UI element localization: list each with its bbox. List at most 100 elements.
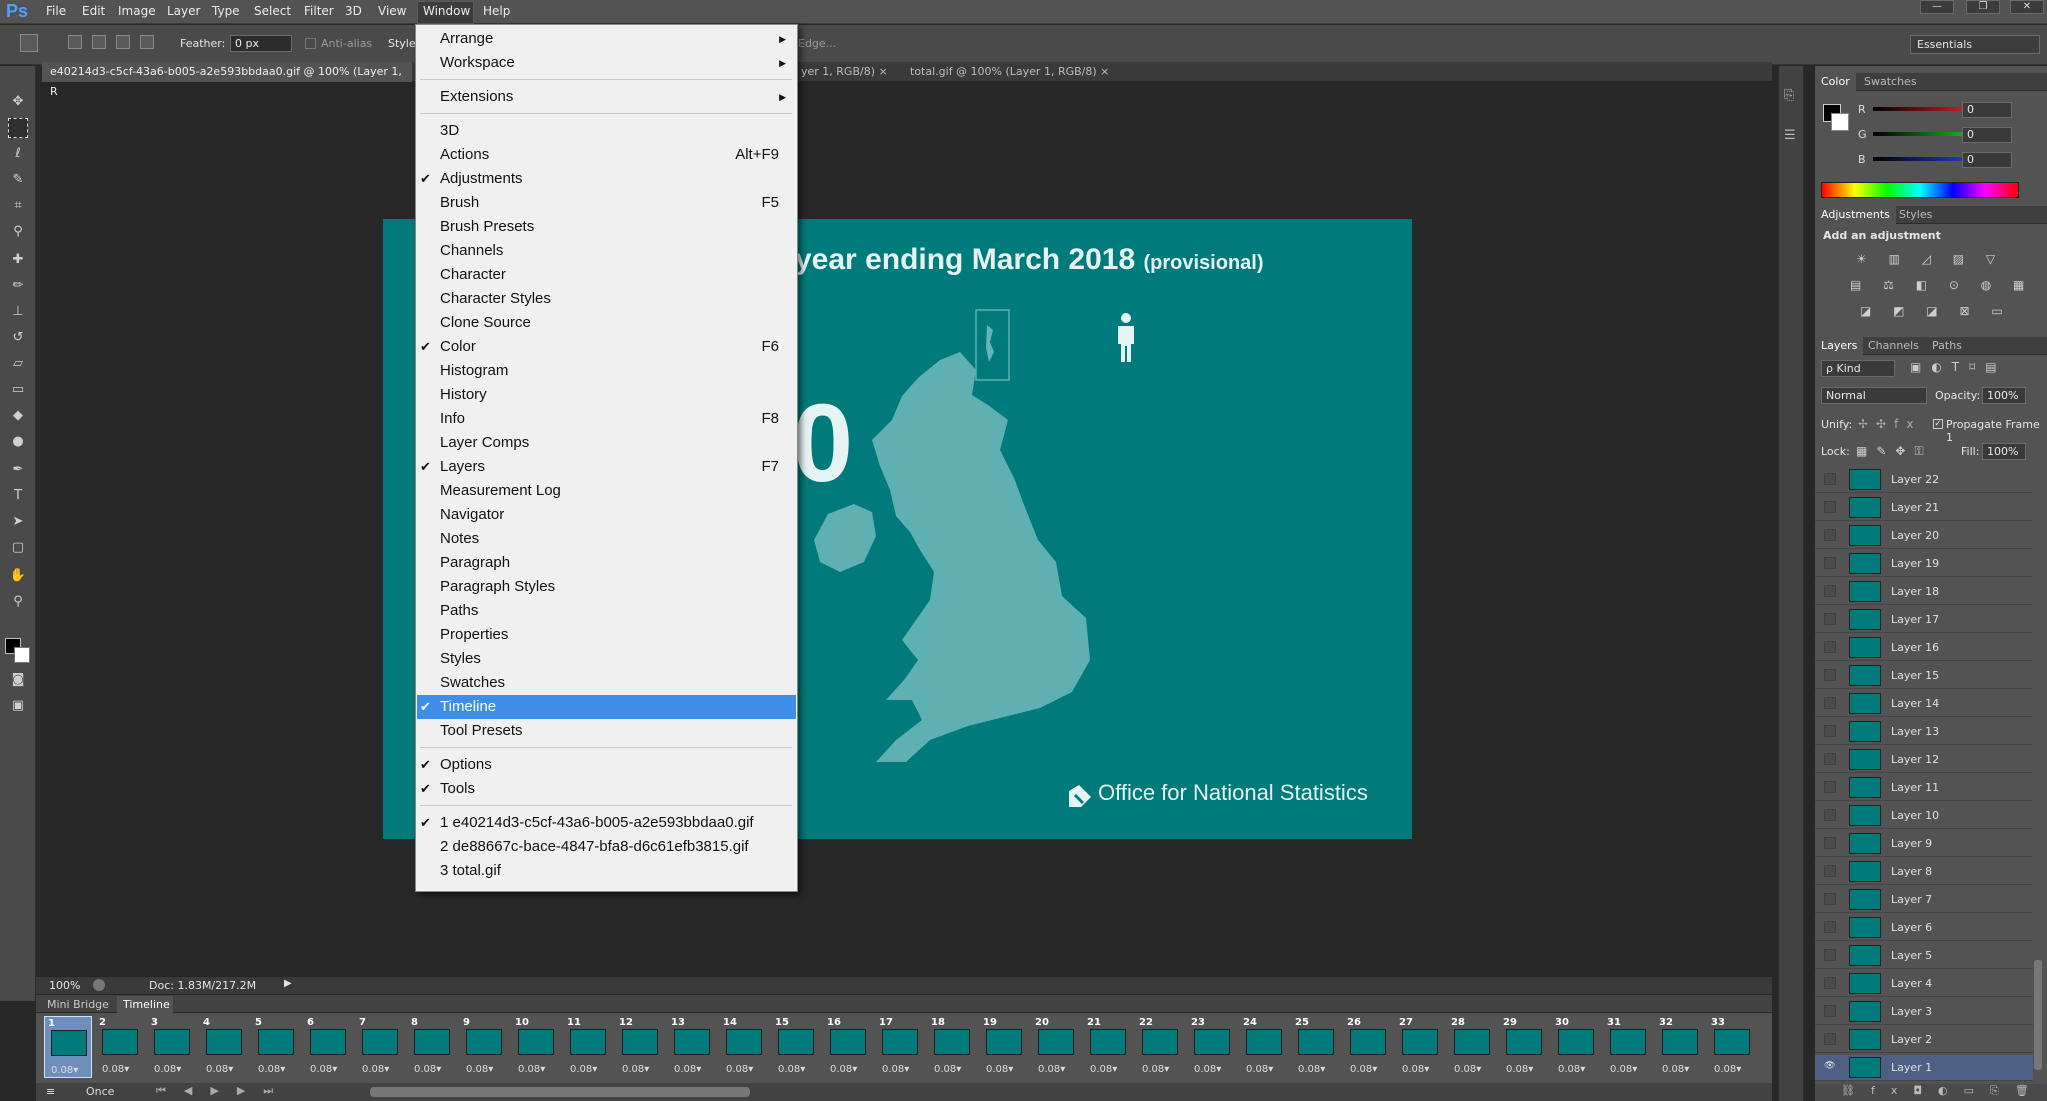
add-selection-icon[interactable] [92,35,106,49]
frame-delay[interactable]: 0.08▾ [1350,1064,1377,1075]
menu-item-brush-presets[interactable]: Brush Presets [417,215,796,239]
layer-row[interactable]: Layer 15 [1815,663,2033,689]
menu-3d[interactable]: 3D [345,4,362,18]
layers-footer-icons[interactable]: ⛓fx◘◐▭⎘🗑 [1815,1084,2047,1101]
marquee-tool-icon[interactable] [8,118,28,138]
menu-item-notes[interactable]: Notes [417,527,796,551]
timeline-frame[interactable]: 10 0.08▾ [512,1016,560,1078]
timeline-frame[interactable]: 16 0.08▾ [824,1016,872,1078]
timeline-frame[interactable]: 28 0.08▾ [1448,1016,1496,1078]
menu-item-tools[interactable]: ✔ Tools [417,777,796,801]
timeline-frame[interactable]: 30 0.08▾ [1552,1016,1600,1078]
layer-row[interactable]: Layer 9 [1815,831,2033,857]
menu-item-3d[interactable]: 3D [417,119,796,143]
timeline-frame[interactable]: 20 0.08▾ [1032,1016,1080,1078]
lasso-tool-icon[interactable]: ℓ [8,144,28,164]
frame-delay[interactable]: 0.08▾ [1090,1064,1117,1075]
menu-item-adjustments[interactable]: ✔ Adjustments [417,167,796,191]
adjustment-icons-row-1[interactable]: ☀ ▥ ◿ ▨ ▽ [1856,252,2004,272]
doc-tab-3[interactable]: total.gif @ 100% (Layer 1, RGB/8) × [904,62,1115,82]
menu-item-layers[interactable]: ✔ Layers F7 [417,455,796,479]
zoom-level[interactable]: 100% [49,979,80,992]
layer-row[interactable]: Layer 18 [1815,579,2033,605]
visibility-toggle-icon[interactable] [1824,473,1836,485]
layer-filter-icons[interactable]: ▣◐T⌑▤ [1910,360,2007,374]
frame-delay[interactable]: 0.08▾ [1714,1064,1741,1075]
stamp-tool-icon[interactable]: ⊥ [8,302,28,322]
zoom-tool-icon[interactable]: ⚲ [8,592,28,612]
menu-view[interactable]: View [378,4,406,18]
menu-item-brush[interactable]: Brush F5 [417,191,796,215]
tab-layers[interactable]: Layers [1815,337,1864,355]
blur-tool-icon[interactable]: ◆ [8,406,28,426]
layers-scrollbar[interactable] [2034,960,2042,1070]
menu-item-histogram[interactable]: Histogram [417,359,796,383]
visibility-toggle-icon[interactable] [1824,1033,1836,1045]
visibility-toggle-icon[interactable] [1824,725,1836,737]
dodge-tool-icon[interactable]: ● [8,432,28,452]
menu-select[interactable]: Select [254,4,291,18]
visibility-toggle-icon[interactable] [1824,585,1836,597]
intersect-selection-icon[interactable] [140,35,154,49]
frame-delay[interactable]: 0.08▾ [362,1064,389,1075]
close-icon[interactable]: × [1100,65,1109,78]
frame-delay[interactable]: 0.08▾ [778,1064,805,1075]
menu-item-character[interactable]: Character [417,263,796,287]
close-icon[interactable]: × [879,65,888,78]
frame-delay[interactable]: 0.08▾ [622,1064,649,1075]
frame-delay[interactable]: 0.08▾ [154,1064,181,1075]
menu-item-3-total-gif[interactable]: 3 total.gif [417,859,796,883]
timeline-frame[interactable]: 14 0.08▾ [720,1016,768,1078]
layer-row[interactable]: Layer 8 [1815,859,2033,885]
menu-layer[interactable]: Layer [167,4,200,18]
gradient-tool-icon[interactable]: ▭ [8,380,28,400]
properties-panel-icon[interactable]: ☰ [1784,128,1796,143]
blend-mode-select[interactable]: Normal [1821,387,1927,404]
frame-delay[interactable]: 0.08▾ [1298,1064,1325,1075]
timeline-frame[interactable]: 26 0.08▾ [1344,1016,1392,1078]
frame-delay[interactable]: 0.08▾ [726,1064,753,1075]
channel-value-input[interactable]: 0 [1962,127,2012,143]
timeline-frame[interactable]: 22 0.08▾ [1136,1016,1184,1078]
rect-marquee-preset-icon[interactable] [20,34,38,52]
menu-item-extensions[interactable]: Extensions ▶ [417,85,796,109]
frame-delay[interactable]: 0.08▾ [1038,1064,1065,1075]
timeline-frame[interactable]: 27 0.08▾ [1396,1016,1444,1078]
history-panel-icon[interactable]: ⎘ [1784,88,1794,103]
menu-file[interactable]: File [46,4,66,18]
timeline-frame[interactable]: 1 0.08▾ [44,1016,92,1078]
quick-select-tool-icon[interactable]: ✎ [8,170,28,190]
menu-help[interactable]: Help [483,4,510,18]
close-window-button[interactable]: ✕ [2010,0,2044,14]
timeline-frame[interactable]: 17 0.08▾ [876,1016,924,1078]
menu-item-channels[interactable]: Channels [417,239,796,263]
pen-tool-icon[interactable]: ✒ [8,460,28,480]
subtract-selection-icon[interactable] [116,35,130,49]
frame-delay[interactable]: 0.08▾ [1454,1064,1481,1075]
layer-row[interactable]: Layer 20 [1815,523,2033,549]
fill-input[interactable]: 100% [1982,443,2026,460]
layer-row[interactable]: Layer 16 [1815,635,2033,661]
menu-item-actions[interactable]: Actions Alt+F9 [417,143,796,167]
adjustment-icons-row-2[interactable]: ▤ ⚖ ◧ ⊙ ◍ ▦ [1850,278,2033,298]
layer-row[interactable]: Layer 14 [1815,691,2033,717]
menu-item-options[interactable]: ✔ Options [417,753,796,777]
menu-item-2-de88667c-bace-4847-bfa8-d6c61efb3815-gif[interactable]: 2 de88667c-bace-4847-bfa8-d6c61efb3815.g… [417,835,796,859]
layer-row[interactable]: Layer 12 [1815,747,2033,773]
menu-item-history[interactable]: History [417,383,796,407]
lock-icons[interactable]: ▦✎✥⚿ [1856,444,1933,459]
menu-type[interactable]: Type [212,4,240,18]
restore-button[interactable]: ❐ [1966,0,2000,14]
timeline-frame[interactable]: 8 0.08▾ [408,1016,456,1078]
layer-row[interactable]: Layer 11 [1815,775,2033,801]
visibility-toggle-icon[interactable] [1824,501,1836,513]
visibility-toggle-icon[interactable] [1824,697,1836,709]
visibility-toggle-icon[interactable] [1824,641,1836,653]
menu-item-tool-presets[interactable]: Tool Presets [417,719,796,743]
frame-delay[interactable]: 0.08▾ [1194,1064,1221,1075]
menu-item-swatches[interactable]: Swatches [417,671,796,695]
tab-color[interactable]: Color [1815,73,1856,91]
frame-delay[interactable]: 0.08▾ [466,1064,493,1075]
move-tool-icon[interactable]: ✥ [8,92,28,112]
timeline-frame[interactable]: 19 0.08▾ [980,1016,1028,1078]
